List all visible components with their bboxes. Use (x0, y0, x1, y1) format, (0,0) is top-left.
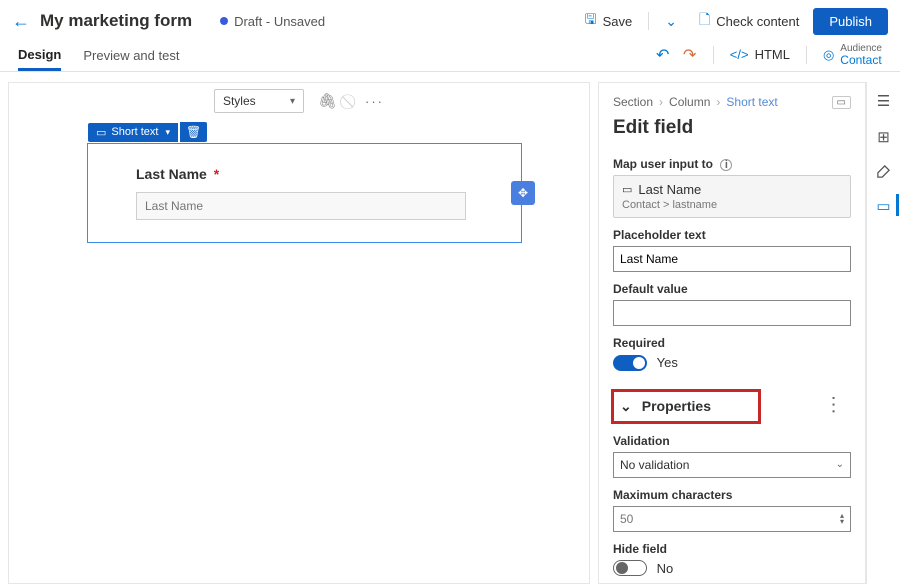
back-icon[interactable]: ← (12, 11, 30, 32)
field-type-chip[interactable]: ▭ Short text (88, 123, 178, 142)
design-canvas[interactable]: Styles ▾ 🖇 ⃠ ··· ▭ Short text 🗑 (8, 82, 590, 584)
html-button[interactable]: </> HTML (730, 47, 790, 62)
redo-icon[interactable]: ↶ (683, 45, 696, 65)
required-star: * (214, 166, 219, 182)
panel-title: Edit field (613, 117, 851, 139)
canvas-more-icon[interactable]: ··· (365, 94, 384, 109)
section-more-icon[interactable]: ··· (826, 396, 842, 416)
map-field-name: Last Name (638, 182, 701, 197)
move-handle[interactable]: ✥ (511, 181, 535, 205)
map-field-path: Contact > lastname (622, 199, 842, 211)
required-label: Required (613, 336, 851, 350)
bc-column[interactable]: Column (669, 95, 710, 109)
side-rail: ☰ ⊞ ▭ (866, 82, 900, 584)
publish-button[interactable]: Publish (813, 8, 888, 35)
bc-current: Short text (726, 95, 777, 109)
maxchars-value: 50 (620, 512, 633, 526)
validation-select[interactable]: No validation ⌄ (613, 452, 851, 478)
link-icon[interactable]: 🖇 (318, 92, 337, 110)
delete-field-button[interactable]: 🗑 (180, 122, 207, 142)
required-value: Yes (657, 355, 678, 370)
separator (648, 12, 649, 30)
styles-label: Styles (223, 94, 256, 108)
html-label: HTML (755, 47, 790, 62)
info-icon[interactable]: i (720, 159, 732, 171)
placeholder-input[interactable] (613, 246, 851, 272)
maxchars-label: Maximum characters (613, 488, 851, 502)
validation-value: No validation (620, 458, 689, 472)
save-button[interactable]: 🖫 Save (577, 5, 641, 37)
bc-section[interactable]: Section (613, 95, 653, 109)
check-content-button[interactable]: 🗋 Check content (691, 5, 807, 37)
styles-dropdown[interactable]: Styles ▾ (214, 89, 304, 113)
undo-icon[interactable]: ↶ (656, 45, 669, 65)
properties-title: Properties (642, 398, 711, 414)
separator (713, 46, 714, 64)
chevron-down-icon: ⌄ (620, 398, 632, 415)
default-value-input[interactable] (613, 300, 851, 326)
map-label: Map user input to i (613, 157, 851, 171)
field-type-pill: ▭ (832, 96, 851, 109)
rail-settings-icon[interactable] (876, 164, 891, 179)
field-label-text: Last Name (136, 166, 207, 182)
required-toggle[interactable] (613, 355, 647, 371)
move-icon: ✥ (518, 186, 528, 200)
text-field-icon: ▭ (96, 126, 106, 139)
chip-label: Short text (111, 126, 158, 138)
status-text: Draft - Unsaved (234, 14, 325, 29)
field-label: Last Name * (136, 166, 473, 182)
chevron-down-icon: ⌄ (665, 13, 677, 30)
hide-field-label: Hide field (613, 542, 851, 556)
spinner-down-icon[interactable]: ▾ (840, 519, 844, 525)
separator (806, 46, 807, 64)
number-spinner[interactable]: ▴ ▾ (840, 513, 844, 525)
code-icon: </> (730, 47, 749, 62)
audience-button[interactable]: ◎ Audience Contact (823, 44, 882, 66)
page-title: My marketing form (40, 11, 192, 31)
save-label: Save (603, 14, 633, 29)
validation-label: Validation (613, 434, 851, 448)
tab-design[interactable]: Design (18, 39, 61, 71)
default-value-label: Default value (613, 282, 851, 296)
rail-elements-icon[interactable]: ☰ (877, 92, 890, 110)
chevron-down-icon: ▾ (290, 96, 295, 107)
save-icon: 🖫 (585, 9, 597, 33)
field-preview-input[interactable] (136, 192, 466, 220)
map-label-text: Map user input to (613, 157, 713, 171)
trash-icon: 🗑 (186, 125, 201, 139)
rail-add-icon[interactable]: ⊞ (877, 128, 890, 146)
chevron-right-icon: › (716, 95, 720, 109)
document-icon: 🗋 (699, 9, 710, 33)
placeholder-label: Placeholder text (613, 228, 851, 242)
properties-section-header[interactable]: ⌄ Properties ··· (611, 389, 761, 424)
check-label: Check content (716, 14, 799, 29)
save-dropdown[interactable]: ⌄ (657, 9, 685, 34)
audience-top: Audience (840, 44, 882, 54)
chevron-right-icon: › (659, 95, 663, 109)
hide-field-value: No (657, 561, 674, 576)
chevron-down-icon (163, 126, 170, 138)
target-icon: ◎ (823, 47, 834, 63)
maxchars-input[interactable]: 50 ▴ ▾ (613, 506, 851, 532)
tab-preview[interactable]: Preview and test (83, 40, 179, 69)
map-input-box[interactable]: ▭ Last Name Contact > lastname (613, 175, 851, 218)
audience-bottom: Contact (840, 54, 882, 66)
chevron-down-icon: ⌄ (836, 459, 844, 470)
selected-field[interactable]: ▭ Short text 🗑 ✥ Last Name * (87, 143, 522, 243)
field-icon: ▭ (622, 183, 632, 196)
hide-field-toggle[interactable] (613, 560, 647, 576)
status-dot (220, 17, 228, 25)
rail-field-icon[interactable]: ▭ (876, 197, 890, 215)
properties-panel: Section › Column › Short text ▭ Edit fie… (598, 82, 866, 584)
breadcrumb: Section › Column › Short text ▭ (613, 95, 851, 109)
publish-label: Publish (829, 14, 872, 29)
